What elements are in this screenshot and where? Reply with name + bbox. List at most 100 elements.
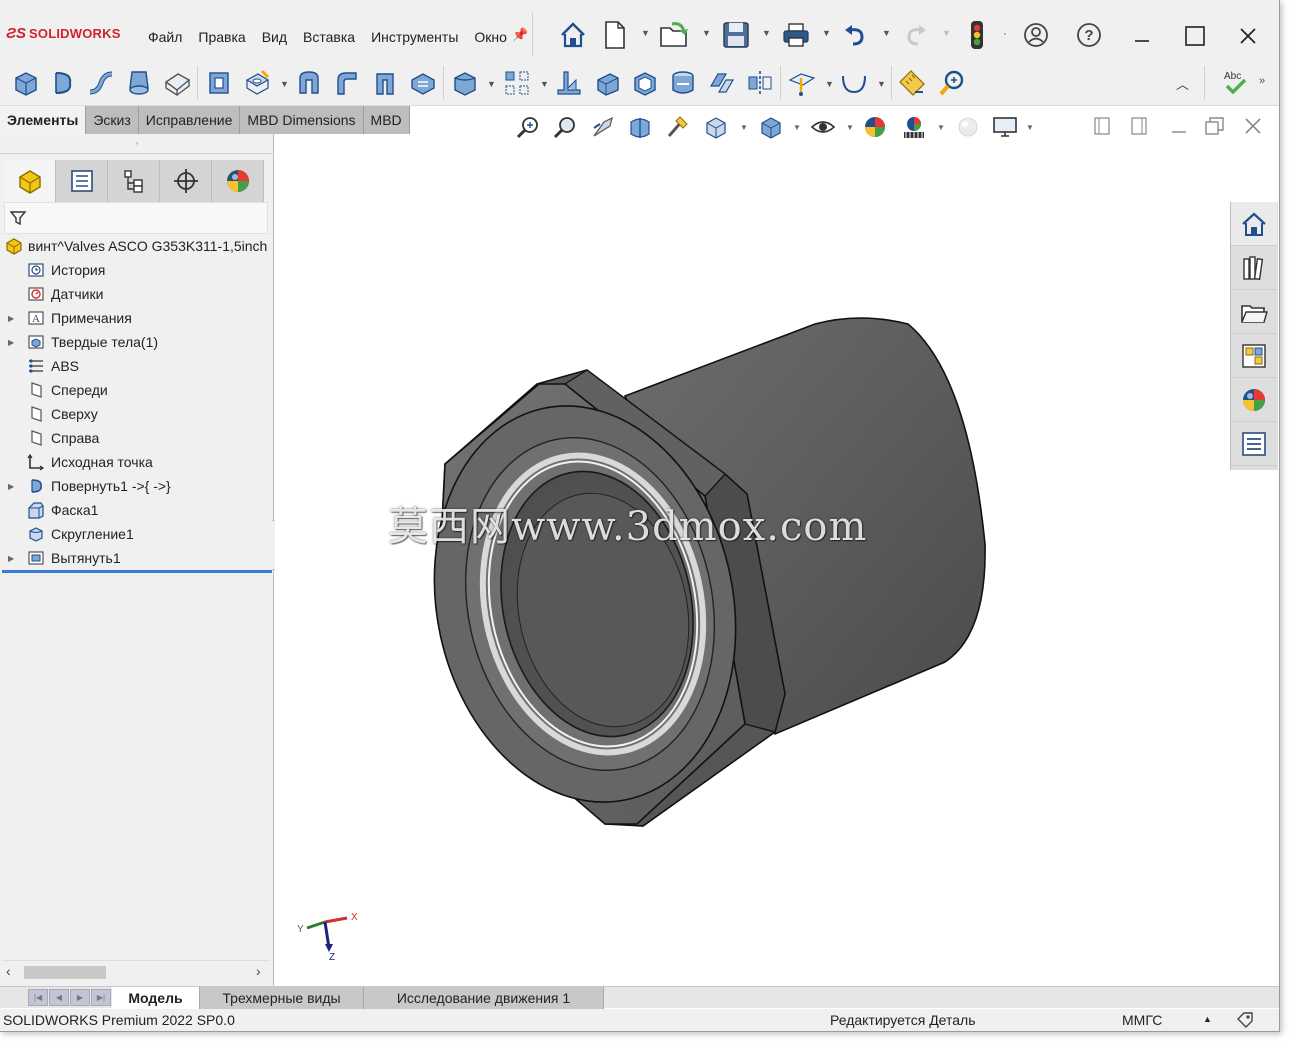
rollback-bar[interactable]: [2, 570, 272, 573]
tree-node[interactable]: Скругление1: [0, 522, 274, 546]
hole-wizard-dropdown-icon[interactable]: ▼: [280, 79, 289, 89]
tree-node[interactable]: ▶ Твердые тела(1): [0, 330, 274, 354]
shell-icon[interactable]: [629, 67, 661, 99]
tree-node[interactable]: Спереди: [0, 378, 274, 402]
dimxpert-tab-icon[interactable]: [160, 160, 212, 202]
maximize-icon[interactable]: [1181, 22, 1209, 50]
configurationmanager-tab-icon[interactable]: [108, 160, 160, 202]
new-document-icon[interactable]: [600, 18, 630, 52]
tree-node[interactable]: Сверху: [0, 402, 274, 426]
view-settings-dropdown-icon[interactable]: ▼: [1026, 123, 1034, 132]
wrap-icon[interactable]: [667, 67, 699, 99]
display-style-icon[interactable]: [756, 112, 786, 142]
save-icon[interactable]: [719, 18, 753, 52]
tree-filter[interactable]: [4, 202, 268, 234]
filter-icon[interactable]: [9, 209, 27, 227]
undo-dropdown-icon[interactable]: ▼: [882, 28, 891, 38]
tab-motion-study[interactable]: Исследование движения 1: [364, 987, 604, 1009]
expand-arrow-icon[interactable]: ▶: [8, 482, 14, 491]
save-dropdown-icon[interactable]: ▼: [762, 28, 771, 38]
rebuild-options-icon[interactable]: ·: [1003, 26, 1007, 40]
fillet-icon[interactable]: [449, 67, 481, 99]
open-dropdown-icon[interactable]: ▼: [702, 28, 711, 38]
view-palette-icon[interactable]: [1231, 334, 1277, 378]
zoom-to-area-icon[interactable]: [550, 112, 580, 142]
more-tools-icon[interactable]: »: [1259, 75, 1265, 87]
help-icon[interactable]: ?: [1073, 18, 1105, 52]
tree-node[interactable]: История: [0, 258, 274, 282]
tab-mbd[interactable]: MBD: [363, 106, 410, 134]
menu-window[interactable]: Окно: [466, 26, 515, 48]
zoom-to-fit-icon[interactable]: [513, 112, 543, 142]
tree-node[interactable]: ▶ Повернуть1 ->{ ->}: [0, 474, 274, 498]
pattern-dropdown-icon[interactable]: ▼: [540, 79, 549, 89]
tree-node[interactable]: ▶ A Примечания: [0, 306, 274, 330]
boundary-cut-icon[interactable]: [407, 67, 439, 99]
tree-node[interactable]: ▶ Вытянуть1: [0, 546, 274, 570]
menu-view[interactable]: Вид: [254, 26, 295, 48]
scroll-thumb[interactable]: [24, 966, 106, 979]
display-style-dropdown-icon[interactable]: ▼: [793, 123, 801, 132]
menu-edit[interactable]: Правка: [190, 26, 253, 48]
view-orientation-dropdown-icon[interactable]: ▼: [740, 123, 748, 132]
tree-root-part[interactable]: винт^Valves ASCO G353K311-1,5inch: [0, 234, 274, 258]
scroll-left-icon[interactable]: ‹: [6, 963, 11, 979]
menu-file[interactable]: Файл: [140, 26, 190, 48]
hide-show-dropdown-icon[interactable]: ▼: [846, 123, 854, 132]
expand-arrow-icon[interactable]: ▶: [8, 338, 14, 347]
first-tab-icon[interactable]: |◀: [28, 989, 48, 1006]
draft-icon[interactable]: [591, 67, 623, 99]
viewport-split-icon[interactable]: [1093, 116, 1111, 139]
propertymanager-tab-icon[interactable]: [56, 160, 108, 202]
mirror-icon[interactable]: [744, 67, 776, 99]
lofted-boss-icon[interactable]: [123, 67, 155, 99]
print-dropdown-icon[interactable]: ▼: [822, 28, 831, 38]
unit-system[interactable]: ММГС: [1122, 1012, 1162, 1028]
menu-tools[interactable]: Инструменты: [363, 26, 466, 48]
section-view-icon[interactable]: [625, 112, 655, 142]
swept-cut-icon[interactable]: [331, 67, 363, 99]
open-document-icon[interactable]: [656, 18, 694, 52]
spell-check-icon[interactable]: Abc: [1220, 67, 1252, 99]
collapse-commandmanager-icon[interactable]: ︿: [1176, 74, 1189, 93]
user-account-icon[interactable]: [1020, 18, 1052, 52]
appearances-scenes-icon[interactable]: [1231, 378, 1277, 422]
tab-3d-views[interactable]: Трехмерные виды: [200, 987, 364, 1009]
tab-sketch[interactable]: Эскиз: [86, 106, 139, 134]
tree-node[interactable]: Фаска1: [0, 498, 274, 522]
intersect-icon[interactable]: [705, 67, 737, 99]
design-library-icon[interactable]: [1231, 246, 1277, 290]
close-window-icon[interactable]: [1234, 22, 1262, 50]
expand-arrow-icon[interactable]: ▶: [8, 314, 14, 323]
curves-icon[interactable]: [838, 67, 870, 99]
home-icon[interactable]: [556, 18, 590, 52]
edit-appearance-icon[interactable]: [860, 112, 890, 142]
graphics-area[interactable]: 莫西网www.3dmox.com X Y Z: [275, 134, 1279, 986]
next-tab-icon[interactable]: ▶: [70, 989, 90, 1006]
solidworks-resources-icon[interactable]: [1231, 202, 1277, 246]
pin-menu-icon[interactable]: 📌: [512, 27, 528, 43]
view-triad[interactable]: X Y Z: [285, 904, 365, 964]
print-icon[interactable]: [779, 18, 813, 52]
tree-node[interactable]: Справа: [0, 426, 274, 450]
reference-geometry-icon[interactable]: [786, 67, 818, 99]
displaymanager-tab-icon[interactable]: [212, 160, 264, 202]
status-notification-icon[interactable]: [1236, 1011, 1254, 1031]
dynamic-annotation-icon[interactable]: [663, 112, 693, 142]
view-settings-icon[interactable]: [990, 112, 1020, 142]
solidworks-logo[interactable]: ƧS SOLIDWORKS: [6, 22, 121, 44]
undo-icon[interactable]: [840, 18, 870, 52]
document-restore-icon[interactable]: [1204, 116, 1226, 139]
boundary-boss-icon[interactable]: [161, 67, 193, 99]
hole-wizard-icon[interactable]: [241, 67, 273, 99]
tab-repair[interactable]: Исправление: [138, 106, 241, 134]
tab-mbd-dimensions[interactable]: MBD Dimensions: [240, 106, 364, 134]
scroll-right-icon[interactable]: ›: [256, 963, 261, 979]
document-close-icon[interactable]: [1244, 116, 1262, 139]
tree-node[interactable]: Исходная точка: [0, 450, 274, 474]
new-dropdown-icon[interactable]: ▼: [641, 28, 650, 38]
revolved-boss-icon[interactable]: [47, 67, 79, 99]
measure-icon[interactable]: [896, 67, 928, 99]
featuremanager-tab-icon[interactable]: [4, 160, 56, 202]
revolved-cut-icon[interactable]: [293, 67, 325, 99]
